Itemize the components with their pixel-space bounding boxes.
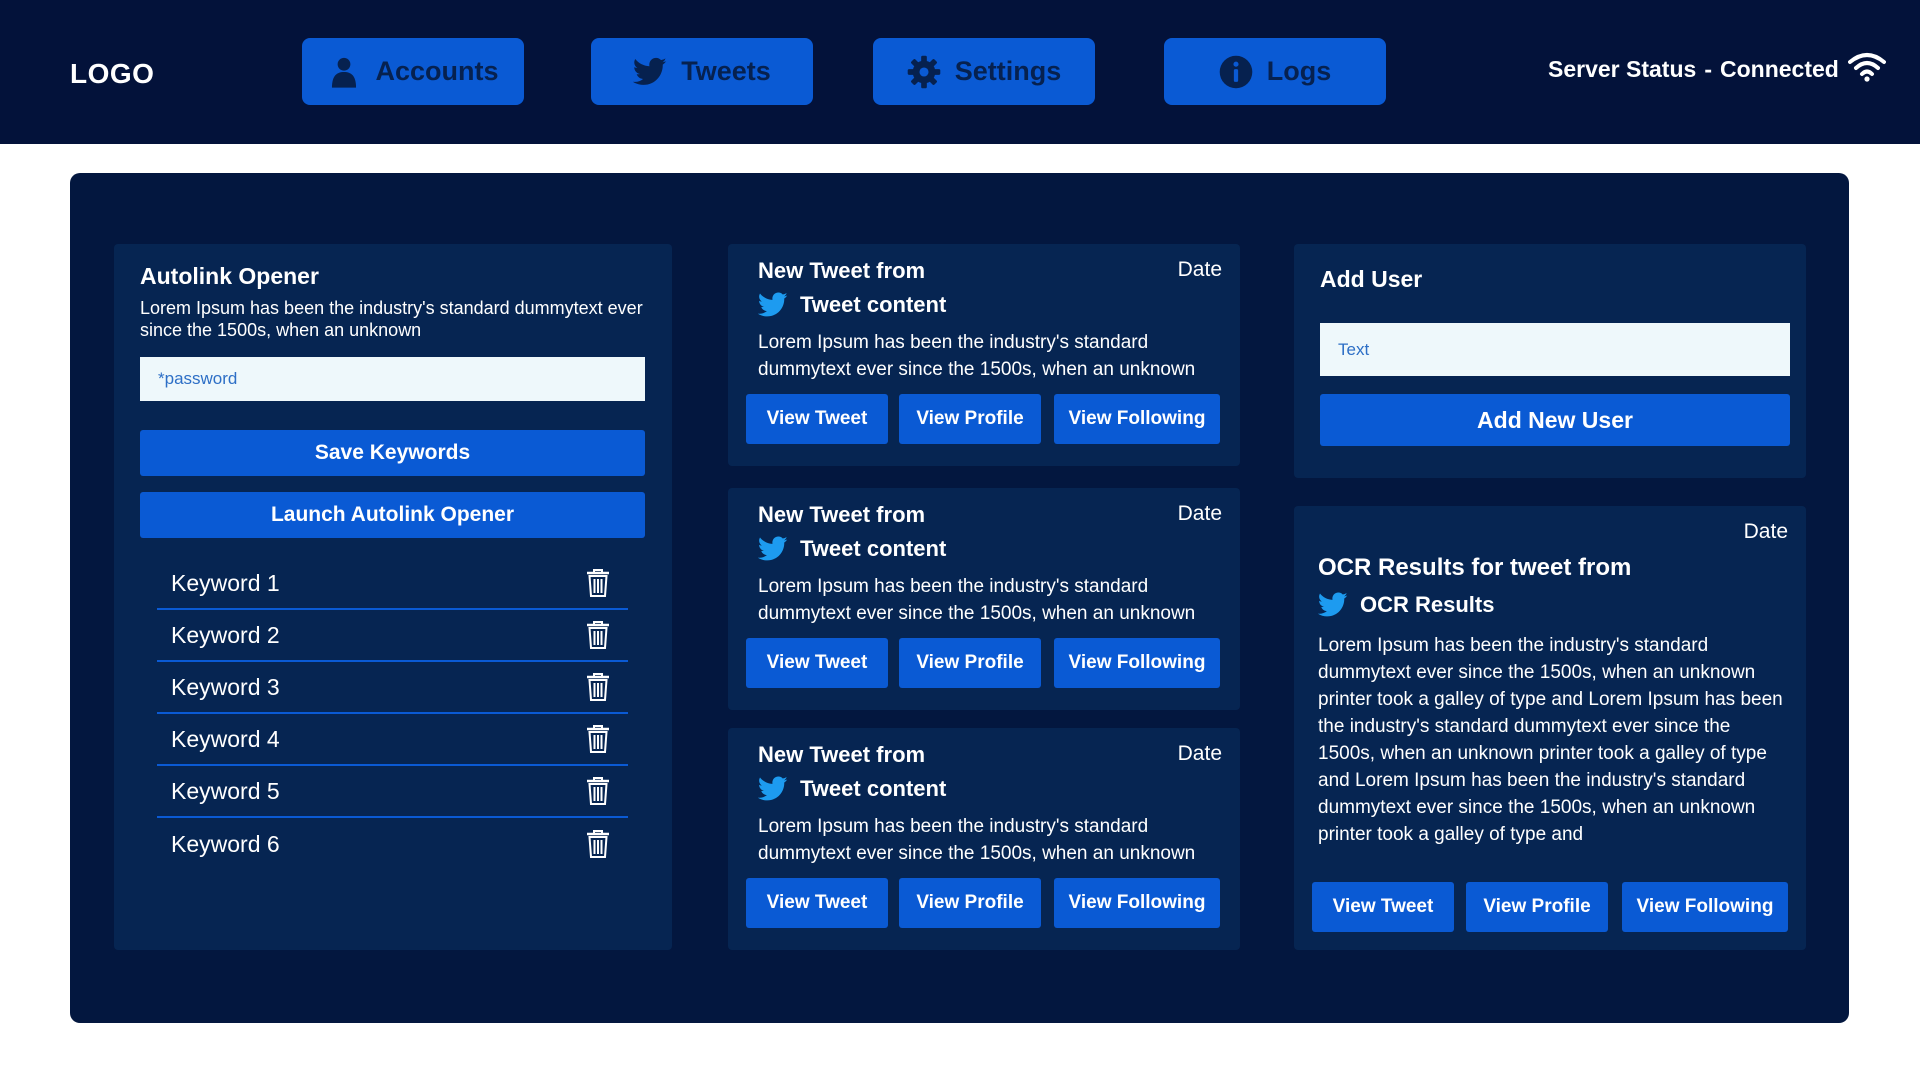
add-user-card: Add User Text Add New User bbox=[1294, 244, 1806, 478]
twitter-bird-icon bbox=[758, 536, 788, 561]
keyword-row: Keyword 3 bbox=[157, 662, 628, 714]
keyword-label: Keyword 3 bbox=[171, 673, 280, 700]
info-icon bbox=[1219, 55, 1253, 88]
tweet-date: Date bbox=[1177, 742, 1222, 765]
nav-accounts-label: Accounts bbox=[375, 56, 499, 86]
ocr-title: OCR Results for tweet from bbox=[1318, 554, 1632, 581]
nav-logs-button[interactable]: Logs bbox=[1164, 38, 1386, 105]
keyword-row: Keyword 6 bbox=[157, 818, 628, 870]
tweet-card: New Tweet from Date Tweet content Lorem … bbox=[728, 728, 1240, 950]
ocr-body: Lorem Ipsum has been the industry's stan… bbox=[1318, 635, 1783, 845]
password-input[interactable]: *password bbox=[140, 357, 645, 401]
view-tweet-button[interactable]: View Tweet bbox=[746, 638, 888, 688]
ocr-results-card: Date OCR Results for tweet from OCR Resu… bbox=[1294, 506, 1806, 950]
view-profile-button[interactable]: View Profile bbox=[899, 638, 1041, 688]
server-status-value: Connected bbox=[1719, 56, 1839, 82]
view-profile-button[interactable]: View Profile bbox=[899, 878, 1041, 928]
autolink-description: Lorem Ipsum has been the industry's stan… bbox=[140, 298, 643, 340]
launch-autolink-opener-button[interactable]: Launch Autolink Opener bbox=[140, 492, 645, 538]
view-profile-button[interactable]: View Profile bbox=[1466, 882, 1608, 932]
add-user-title: Add User bbox=[1320, 266, 1423, 292]
view-following-button[interactable]: View Following bbox=[1054, 394, 1220, 444]
trash-icon[interactable] bbox=[584, 829, 612, 859]
nav-settings-button[interactable]: Settings bbox=[873, 38, 1095, 105]
keyword-label: Keyword 5 bbox=[171, 777, 280, 804]
nav-settings-label: Settings bbox=[954, 56, 1062, 86]
top-navigation-bar: LOGO Accounts Tweets Settings Logs Serve… bbox=[0, 0, 1920, 144]
view-following-button[interactable]: View Following bbox=[1054, 878, 1220, 928]
user-icon bbox=[332, 57, 357, 88]
trash-icon[interactable] bbox=[584, 724, 612, 754]
view-tweet-button[interactable]: View Tweet bbox=[746, 878, 888, 928]
view-tweet-button[interactable]: View Tweet bbox=[1312, 882, 1454, 932]
tweet-card: New Tweet from Date Tweet content Lorem … bbox=[728, 244, 1240, 466]
twitter-bird-icon bbox=[758, 292, 788, 317]
view-profile-button[interactable]: View Profile bbox=[899, 394, 1041, 444]
view-tweet-button[interactable]: View Tweet bbox=[746, 394, 888, 444]
keyword-row: Keyword 2 bbox=[157, 610, 628, 662]
twitter-bird-icon bbox=[1318, 592, 1348, 617]
keyword-row: Keyword 1 bbox=[157, 558, 628, 610]
ocr-date: Date bbox=[1743, 520, 1788, 543]
tweet-content-title: Tweet content bbox=[800, 292, 947, 317]
keyword-label: Keyword 1 bbox=[171, 569, 280, 596]
tweet-date: Date bbox=[1177, 258, 1222, 281]
tweet-content-title: Tweet content bbox=[800, 776, 947, 801]
tweet-body: Lorem Ipsum has been the industry's stan… bbox=[758, 576, 1196, 624]
ocr-results-label: OCR Results bbox=[1360, 592, 1495, 617]
twitter-bird-icon bbox=[758, 776, 788, 801]
view-following-button[interactable]: View Following bbox=[1622, 882, 1788, 932]
wifi-icon bbox=[1848, 53, 1886, 82]
tweet-from: New Tweet from bbox=[758, 502, 926, 527]
keyword-list: Keyword 1 Keyword 2 Keyword 3 Keyword 4 … bbox=[157, 558, 628, 870]
keyword-row: Keyword 5 bbox=[157, 766, 628, 818]
trash-icon[interactable] bbox=[584, 620, 612, 650]
tweet-content-heading: Tweet content bbox=[758, 536, 946, 562]
tweet-body: Lorem Ipsum has been the industry's stan… bbox=[758, 332, 1196, 380]
autolink-title: Autolink Opener bbox=[140, 263, 319, 289]
username-input[interactable]: Text bbox=[1320, 323, 1790, 376]
nav-logs-label: Logs bbox=[1266, 56, 1332, 86]
tweet-from: New Tweet from bbox=[758, 258, 926, 283]
trash-icon[interactable] bbox=[584, 776, 612, 806]
keyword-label: Keyword 6 bbox=[171, 830, 280, 857]
tweet-card: New Tweet from Date Tweet content Lorem … bbox=[728, 488, 1240, 710]
twitter-bird-icon bbox=[633, 57, 667, 85]
save-keywords-button[interactable]: Save Keywords bbox=[140, 430, 645, 476]
trash-icon[interactable] bbox=[584, 568, 612, 598]
nav-tweets-button[interactable]: Tweets bbox=[591, 38, 813, 105]
tweet-content-title: Tweet content bbox=[800, 536, 947, 561]
main-panel: Autolink Opener Lorem Ipsum has been the… bbox=[70, 173, 1849, 1023]
server-status: Server Status - Connected bbox=[1548, 56, 1839, 83]
tweet-date: Date bbox=[1177, 502, 1222, 525]
nav-tweets-label: Tweets bbox=[681, 56, 771, 86]
tweet-content-heading: Tweet content bbox=[758, 292, 946, 318]
server-status-separator: - bbox=[1704, 56, 1712, 82]
nav-accounts-button[interactable]: Accounts bbox=[302, 38, 524, 105]
logo: LOGO bbox=[70, 58, 155, 89]
view-following-button[interactable]: View Following bbox=[1054, 638, 1220, 688]
trash-icon[interactable] bbox=[584, 672, 612, 702]
keyword-row: Keyword 4 bbox=[157, 714, 628, 766]
keyword-label: Keyword 4 bbox=[171, 725, 280, 752]
ocr-results-heading: OCR Results bbox=[1318, 592, 1494, 618]
keyword-label: Keyword 2 bbox=[171, 621, 280, 648]
server-status-label: Server Status bbox=[1548, 56, 1697, 82]
tweet-from: New Tweet from bbox=[758, 742, 926, 767]
add-new-user-button[interactable]: Add New User bbox=[1320, 394, 1790, 446]
tweet-body: Lorem Ipsum has been the industry's stan… bbox=[758, 816, 1196, 864]
autolink-opener-card: Autolink Opener Lorem Ipsum has been the… bbox=[114, 244, 672, 950]
tweet-content-heading: Tweet content bbox=[758, 776, 946, 802]
gear-icon bbox=[907, 55, 941, 88]
